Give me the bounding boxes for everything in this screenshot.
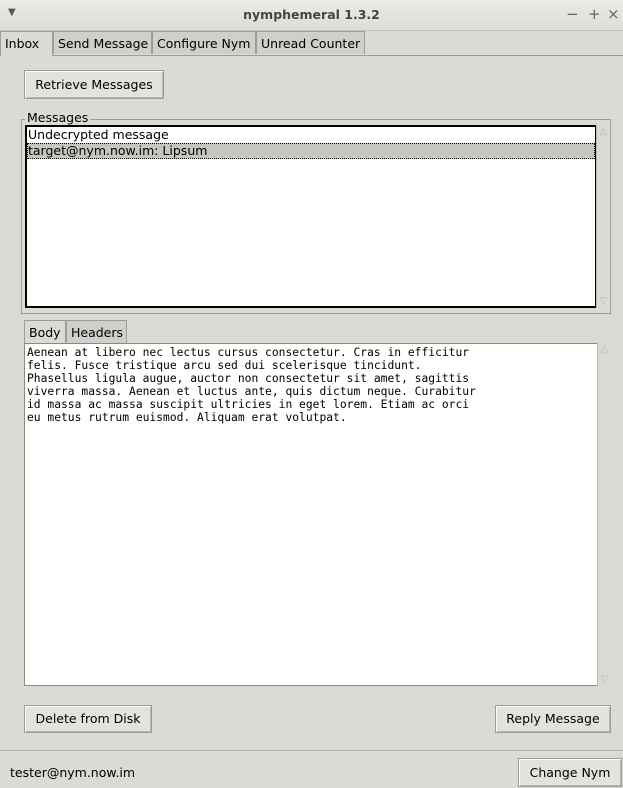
- minimize-icon[interactable]: −: [566, 5, 579, 23]
- tab-configure-nym[interactable]: Configure Nym: [152, 31, 256, 54]
- messages-scrollbar[interactable]: △ ▽: [596, 125, 609, 308]
- scroll-up-icon[interactable]: △: [599, 344, 610, 355]
- message-body-text: Aenean at libero nec lectus cursus conse…: [27, 346, 476, 424]
- message-body-textarea[interactable]: Aenean at libero nec lectus cursus conse…: [24, 343, 598, 686]
- current-nym-label: tester@nym.now.im: [10, 765, 136, 780]
- message-item-selected[interactable]: target@nym.now.im: Lipsum: [27, 143, 595, 159]
- maximize-icon[interactable]: +: [588, 5, 601, 23]
- close-icon[interactable]: ×: [607, 5, 620, 23]
- active-tab-gap: [1, 55, 52, 57]
- tab-body[interactable]: Body: [24, 320, 66, 345]
- change-nym-button[interactable]: Change Nym: [518, 758, 622, 787]
- window-title: nymphemeral 1.3.2: [243, 7, 380, 22]
- reply-message-button[interactable]: Reply Message: [495, 705, 611, 733]
- title-bar: ▼ nymphemeral 1.3.2 − + ×: [0, 0, 623, 31]
- scroll-up-icon[interactable]: △: [598, 126, 609, 137]
- body-scrollbar[interactable]: △ ▽: [597, 343, 610, 686]
- tab-unread-counter[interactable]: Unread Counter: [256, 31, 365, 54]
- messages-list[interactable]: Undecrypted message target@nym.now.im: L…: [25, 125, 597, 308]
- tab-panel-border: [0, 55, 623, 56]
- scroll-down-icon[interactable]: ▽: [599, 674, 610, 685]
- tab-inbox[interactable]: Inbox: [0, 31, 53, 56]
- message-item[interactable]: Undecrypted message: [27, 127, 595, 143]
- tab-send-message[interactable]: Send Message: [53, 31, 152, 54]
- tab-headers[interactable]: Headers: [66, 320, 127, 343]
- status-separator: [0, 750, 623, 751]
- retrieve-messages-button[interactable]: Retrieve Messages: [24, 70, 164, 99]
- messages-group-label: Messages: [25, 110, 91, 125]
- scroll-down-icon[interactable]: ▽: [598, 296, 609, 307]
- delete-from-disk-button[interactable]: Delete from Disk: [24, 705, 152, 733]
